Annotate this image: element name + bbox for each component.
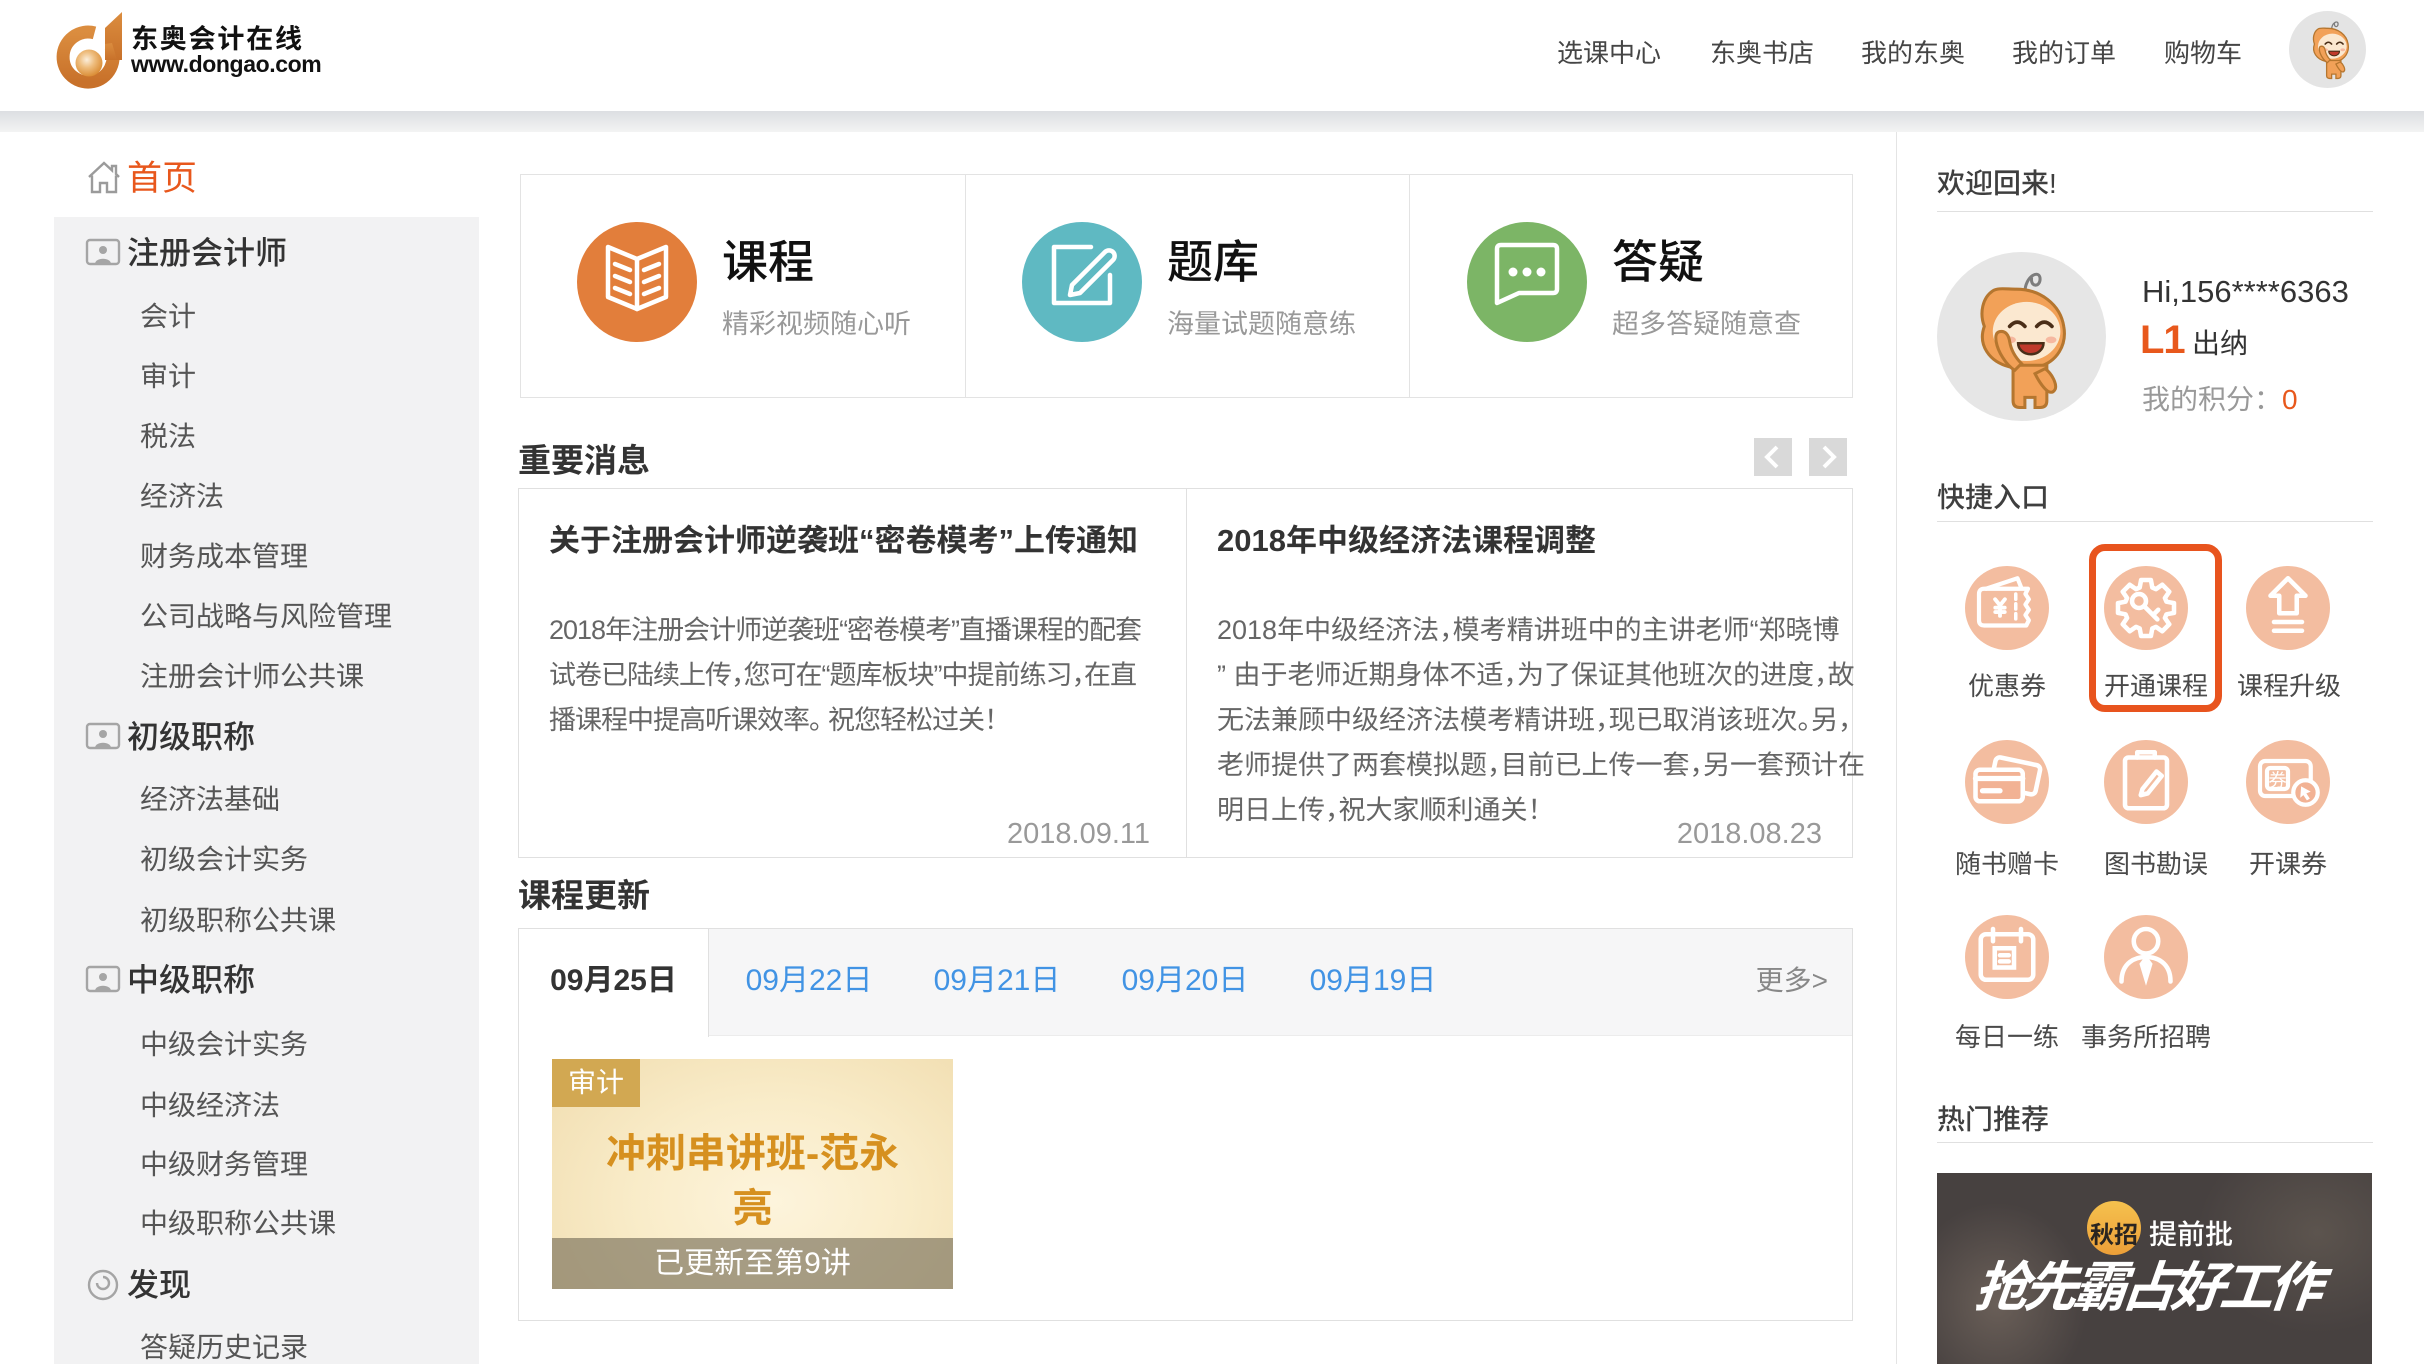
svg-text:券: 券 xyxy=(2268,766,2286,792)
